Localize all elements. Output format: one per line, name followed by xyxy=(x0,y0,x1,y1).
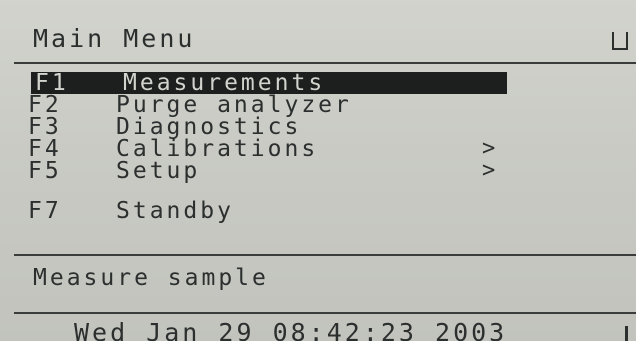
lcd-screen: Main Menu F1 Measurements F2 Purge analyze… xyxy=(0,0,636,341)
menu-item-measurements[interactable]: F1 Measurements xyxy=(31,70,507,96)
menu-item-label: Standby xyxy=(116,198,234,224)
menu-item-setup[interactable]: F5 Setup xyxy=(28,158,201,184)
submenu-arrow-icon: > xyxy=(482,158,496,183)
menu-item-key: F3 xyxy=(28,114,62,140)
main-menu: F1 Measurements F2 Purge analyzer F3 Diagno… xyxy=(0,70,636,250)
page-title: Main Menu xyxy=(33,24,196,53)
edge-bracket-icon xyxy=(625,326,636,341)
menu-item-key: F5 xyxy=(28,158,62,184)
divider-top xyxy=(14,62,636,64)
menu-item-calibrations[interactable]: F4 Calibrations xyxy=(28,136,318,162)
menu-item-purge-analyzer[interactable]: F2 Purge analyzer xyxy=(28,92,352,118)
date-time: Wed Jan 29 08:42:23 2003 xyxy=(74,318,508,341)
status-area: Measure sample xyxy=(0,256,636,308)
menu-item-label: Setup xyxy=(116,158,201,184)
menu-item-standby[interactable]: F7 Standby xyxy=(28,198,234,224)
title-bar: Main Menu xyxy=(0,0,636,62)
menu-item-key: F1 xyxy=(35,70,69,96)
menu-item-key: F7 xyxy=(28,198,62,224)
submenu-arrow-icon: > xyxy=(482,136,496,161)
menu-item-key: F2 xyxy=(28,92,62,118)
status-text: Measure sample xyxy=(33,265,269,291)
divider-bottom xyxy=(14,312,636,314)
menu-item-key: F4 xyxy=(28,136,62,162)
menu-item-diagnostics[interactable]: F3 Diagnostics xyxy=(28,114,301,140)
bracket-icon xyxy=(612,32,628,50)
